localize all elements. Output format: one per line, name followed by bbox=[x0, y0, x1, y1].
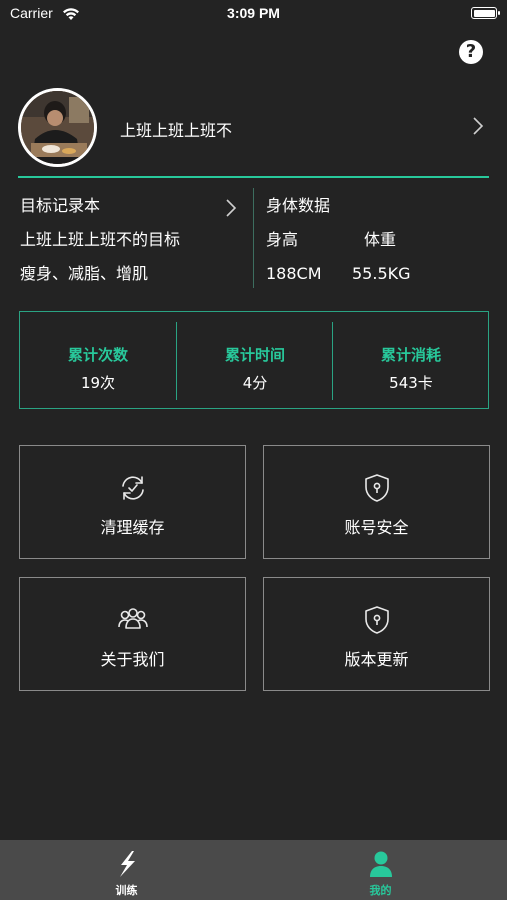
goals-title: 目标记录本 bbox=[20, 196, 101, 215]
height-label: 身高 bbox=[266, 230, 299, 249]
stat-count: 累计次数 19次 bbox=[20, 312, 176, 408]
avatar[interactable] bbox=[18, 88, 97, 167]
shield-lock-icon bbox=[264, 472, 489, 504]
goals-subtitle: 上班上班上班不的目标 bbox=[20, 230, 181, 249]
stat-label: 累计次数 bbox=[67, 346, 128, 364]
tile-label: 账号安全 bbox=[344, 518, 409, 537]
help-icon: ? bbox=[465, 41, 477, 62]
tab-label: 训练 bbox=[115, 884, 138, 897]
shield-lock-icon bbox=[264, 604, 489, 636]
vertical-divider bbox=[253, 188, 254, 288]
chevron-right-icon bbox=[225, 198, 237, 222]
goals-tags: 瘦身、减脂、增肌 bbox=[20, 264, 149, 283]
tab-label: 我的 bbox=[369, 884, 392, 897]
tile-label: 版本更新 bbox=[344, 650, 409, 669]
stat-value: 19次 bbox=[80, 374, 116, 392]
stat-value: 4分 bbox=[242, 374, 268, 392]
body-data-title: 身体数据 bbox=[266, 196, 331, 215]
stat-value: 543卡 bbox=[389, 374, 433, 392]
stat-calories: 累计消耗 543卡 bbox=[333, 312, 489, 408]
profile-divider bbox=[18, 176, 489, 178]
lightning-icon bbox=[0, 850, 253, 878]
height-value: 188CM bbox=[266, 264, 322, 283]
about-us-button[interactable]: 关于我们 bbox=[19, 577, 246, 691]
chevron-right-icon bbox=[472, 116, 484, 140]
battery-icon bbox=[471, 7, 500, 19]
clear-cache-button[interactable]: 清理缓存 bbox=[19, 445, 246, 559]
goals-panel[interactable]: 目标记录本 上班上班上班不的目标 瘦身、减脂、增肌 bbox=[20, 196, 245, 298]
account-security-button[interactable]: 账号安全 bbox=[263, 445, 490, 559]
help-button[interactable]: ? bbox=[459, 40, 483, 64]
stats-panel: 累计次数 19次 累计时间 4分 累计消耗 543卡 bbox=[19, 311, 489, 409]
weight-label: 体重 bbox=[364, 230, 397, 249]
person-icon bbox=[254, 850, 507, 878]
tab-mine[interactable]: 我的 bbox=[254, 840, 507, 900]
tile-label: 清理缓存 bbox=[100, 518, 165, 537]
stat-label: 累计时间 bbox=[224, 346, 285, 364]
tab-training[interactable]: 训练 bbox=[0, 840, 253, 900]
version-update-button[interactable]: 版本更新 bbox=[263, 577, 490, 691]
username: 上班上班上班不 bbox=[120, 121, 233, 140]
body-data-values: 188CM 55.5KG bbox=[266, 264, 491, 298]
weight-value: 55.5KG bbox=[352, 264, 411, 283]
refresh-icon bbox=[20, 472, 245, 504]
group-icon bbox=[20, 604, 245, 636]
clock: 3:09 PM bbox=[227, 5, 280, 21]
profile-row[interactable]: 上班上班上班不 bbox=[18, 88, 490, 168]
status-bar: Carrier 3:09 PM bbox=[0, 0, 507, 28]
body-data-labels: 身高 体重 bbox=[266, 230, 491, 264]
body-data-panel: 身体数据 身高 体重 188CM 55.5KG bbox=[266, 196, 491, 298]
tile-label: 关于我们 bbox=[100, 650, 165, 669]
tab-bar: 训练 我的 bbox=[0, 840, 507, 900]
stat-label: 累计消耗 bbox=[380, 346, 441, 364]
stat-time: 累计时间 4分 bbox=[177, 312, 333, 408]
